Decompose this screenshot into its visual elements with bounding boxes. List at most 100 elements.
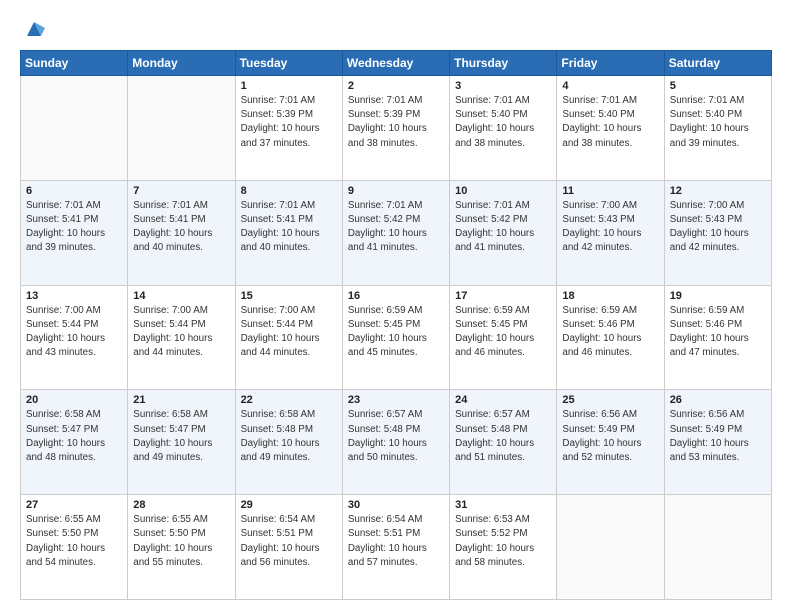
calendar-day-cell: 25 Sunrise: 6:56 AM Sunset: 5:49 PM Dayli… [557,390,664,495]
day-info: Sunrise: 6:58 AM Sunset: 5:47 PM Dayligh… [26,408,122,465]
calendar-day-cell: 1 Sunrise: 7:01 AM Sunset: 5:39 PM Daylig… [235,76,342,181]
day-info: Sunrise: 7:00 AM Sunset: 5:44 PM Dayligh… [133,304,229,361]
day-number: 18 [562,290,658,302]
day-info: Sunrise: 7:01 AM Sunset: 5:40 PM Dayligh… [562,94,658,151]
calendar-day-cell: 17 Sunrise: 6:59 AM Sunset: 5:45 PM Dayli… [450,285,557,390]
day-number: 14 [133,290,229,302]
day-number: 4 [562,80,658,92]
day-number: 12 [670,185,766,197]
day-info: Sunrise: 6:59 AM Sunset: 5:46 PM Dayligh… [562,304,658,361]
calendar-day-cell: 15Sunrise: 7:00 AM Sunset: 5:44 PM Dayli… [235,285,342,390]
day-number: 25 [562,394,658,406]
calendar-day-cell: 21Sunrise: 6:58 AM Sunset: 5:47 PM Dayli… [128,390,235,495]
day-number: 23 [348,394,444,406]
calendar-week-row: 20 Sunrise: 6:58 AM Sunset: 5:47 PM Dayli… [21,390,772,495]
day-info: Sunrise: 7:01 AM Sunset: 5:39 PM Dayligh… [348,94,444,151]
day-number: 24 [455,394,551,406]
calendar-day-cell: 14 Sunrise: 7:00 AM Sunset: 5:44 PM Dayli… [128,285,235,390]
day-number: 8 [241,185,337,197]
day-number: 5 [670,80,766,92]
day-info: Sunrise: 6:54 AM Sunset: 5:51 PM Dayligh… [348,513,444,570]
calendar-day-cell: 9Sunrise: 7:01 AM Sunset: 5:42 PM Daylig… [342,180,449,285]
day-info: Sunrise: 6:54 AM Sunset: 5:51 PM Dayligh… [241,513,337,570]
calendar-day-cell: 31Sunrise: 6:53 AM Sunset: 5:52 PM Dayli… [450,495,557,600]
day-number: 20 [26,394,122,406]
day-number: 10 [455,185,551,197]
day-number: 21 [133,394,229,406]
day-number: 28 [133,499,229,511]
calendar-day-cell [128,76,235,181]
calendar-day-cell: 10 Sunrise: 7:01 AM Sunset: 5:42 PM Dayli… [450,180,557,285]
day-number: 26 [670,394,766,406]
day-number: 9 [348,185,444,197]
calendar-day-cell: 4 Sunrise: 7:01 AM Sunset: 5:40 PM Daylig… [557,76,664,181]
day-number: 19 [670,290,766,302]
logo [20,18,45,40]
day-info: Sunrise: 7:00 AM Sunset: 5:44 PM Dayligh… [26,304,122,361]
calendar-week-row: 6Sunrise: 7:01 AM Sunset: 5:41 PM Daylig… [21,180,772,285]
day-number: 3 [455,80,551,92]
day-info: Sunrise: 7:00 AM Sunset: 5:43 PM Dayligh… [670,199,766,256]
day-info: Sunrise: 6:59 AM Sunset: 5:45 PM Dayligh… [455,304,551,361]
calendar-day-cell: 8Sunrise: 7:01 AM Sunset: 5:41 PM Daylig… [235,180,342,285]
calendar-day-cell [664,495,771,600]
calendar-day-cell: 11 Sunrise: 7:00 AM Sunset: 5:43 PM Dayli… [557,180,664,285]
calendar-day-cell: 20 Sunrise: 6:58 AM Sunset: 5:47 PM Dayli… [21,390,128,495]
day-info: Sunrise: 7:01 AM Sunset: 5:42 PM Dayligh… [455,199,551,256]
day-number: 16 [348,290,444,302]
calendar-week-row: 13 Sunrise: 7:00 AM Sunset: 5:44 PM Dayli… [21,285,772,390]
calendar-day-cell [21,76,128,181]
calendar-day-cell: 24 Sunrise: 6:57 AM Sunset: 5:48 PM Dayli… [450,390,557,495]
header [20,18,772,40]
day-info: Sunrise: 7:01 AM Sunset: 5:41 PM Dayligh… [26,199,122,256]
calendar-day-cell: 2 Sunrise: 7:01 AM Sunset: 5:39 PM Daylig… [342,76,449,181]
calendar-day-cell: 13 Sunrise: 7:00 AM Sunset: 5:44 PM Dayli… [21,285,128,390]
day-number: 22 [241,394,337,406]
day-info: Sunrise: 7:01 AM Sunset: 5:40 PM Dayligh… [455,94,551,151]
day-info: Sunrise: 6:56 AM Sunset: 5:49 PM Dayligh… [670,408,766,465]
day-number: 31 [455,499,551,511]
day-info: Sunrise: 7:01 AM Sunset: 5:41 PM Dayligh… [133,199,229,256]
calendar-day-cell: 3 Sunrise: 7:01 AM Sunset: 5:40 PM Daylig… [450,76,557,181]
day-number: 13 [26,290,122,302]
calendar-day-cell: 23Sunrise: 6:57 AM Sunset: 5:48 PM Dayli… [342,390,449,495]
calendar-body: 1 Sunrise: 7:01 AM Sunset: 5:39 PM Daylig… [21,76,772,600]
day-number: 2 [348,80,444,92]
day-info: Sunrise: 6:59 AM Sunset: 5:46 PM Dayligh… [670,304,766,361]
day-number: 30 [348,499,444,511]
weekday-header: Tuesday [235,51,342,76]
calendar-day-cell [557,495,664,600]
weekday-header: Wednesday [342,51,449,76]
calendar-day-cell: 16 Sunrise: 6:59 AM Sunset: 5:45 PM Dayli… [342,285,449,390]
day-number: 1 [241,80,337,92]
calendar-week-row: 27Sunrise: 6:55 AM Sunset: 5:50 PM Dayli… [21,495,772,600]
calendar-day-cell: 5 Sunrise: 7:01 AM Sunset: 5:40 PM Daylig… [664,76,771,181]
calendar-day-cell: 22 Sunrise: 6:58 AM Sunset: 5:48 PM Dayli… [235,390,342,495]
day-info: Sunrise: 7:00 AM Sunset: 5:44 PM Dayligh… [241,304,337,361]
weekday-header: Saturday [664,51,771,76]
calendar-day-cell: 6Sunrise: 7:01 AM Sunset: 5:41 PM Daylig… [21,180,128,285]
day-number: 17 [455,290,551,302]
day-number: 11 [562,185,658,197]
day-info: Sunrise: 7:01 AM Sunset: 5:40 PM Dayligh… [670,94,766,151]
day-number: 29 [241,499,337,511]
calendar-header: SundayMondayTuesdayWednesdayThursdayFrid… [21,51,772,76]
calendar-table: SundayMondayTuesdayWednesdayThursdayFrid… [20,50,772,600]
weekday-header: Friday [557,51,664,76]
day-info: Sunrise: 6:57 AM Sunset: 5:48 PM Dayligh… [455,408,551,465]
logo-icon [23,18,45,40]
day-number: 7 [133,185,229,197]
calendar-day-cell: 29 Sunrise: 6:54 AM Sunset: 5:51 PM Dayli… [235,495,342,600]
day-info: Sunrise: 6:59 AM Sunset: 5:45 PM Dayligh… [348,304,444,361]
calendar-day-cell: 28 Sunrise: 6:55 AM Sunset: 5:50 PM Dayli… [128,495,235,600]
weekday-header: Thursday [450,51,557,76]
day-info: Sunrise: 6:58 AM Sunset: 5:48 PM Dayligh… [241,408,337,465]
day-info: Sunrise: 6:56 AM Sunset: 5:49 PM Dayligh… [562,408,658,465]
day-info: Sunrise: 7:00 AM Sunset: 5:43 PM Dayligh… [562,199,658,256]
day-info: Sunrise: 6:55 AM Sunset: 5:50 PM Dayligh… [133,513,229,570]
calendar-day-cell: 18 Sunrise: 6:59 AM Sunset: 5:46 PM Dayli… [557,285,664,390]
calendar-day-cell: 27Sunrise: 6:55 AM Sunset: 5:50 PM Dayli… [21,495,128,600]
day-info: Sunrise: 7:01 AM Sunset: 5:39 PM Dayligh… [241,94,337,151]
calendar-day-cell: 26 Sunrise: 6:56 AM Sunset: 5:49 PM Dayli… [664,390,771,495]
calendar-day-cell: 7 Sunrise: 7:01 AM Sunset: 5:41 PM Daylig… [128,180,235,285]
